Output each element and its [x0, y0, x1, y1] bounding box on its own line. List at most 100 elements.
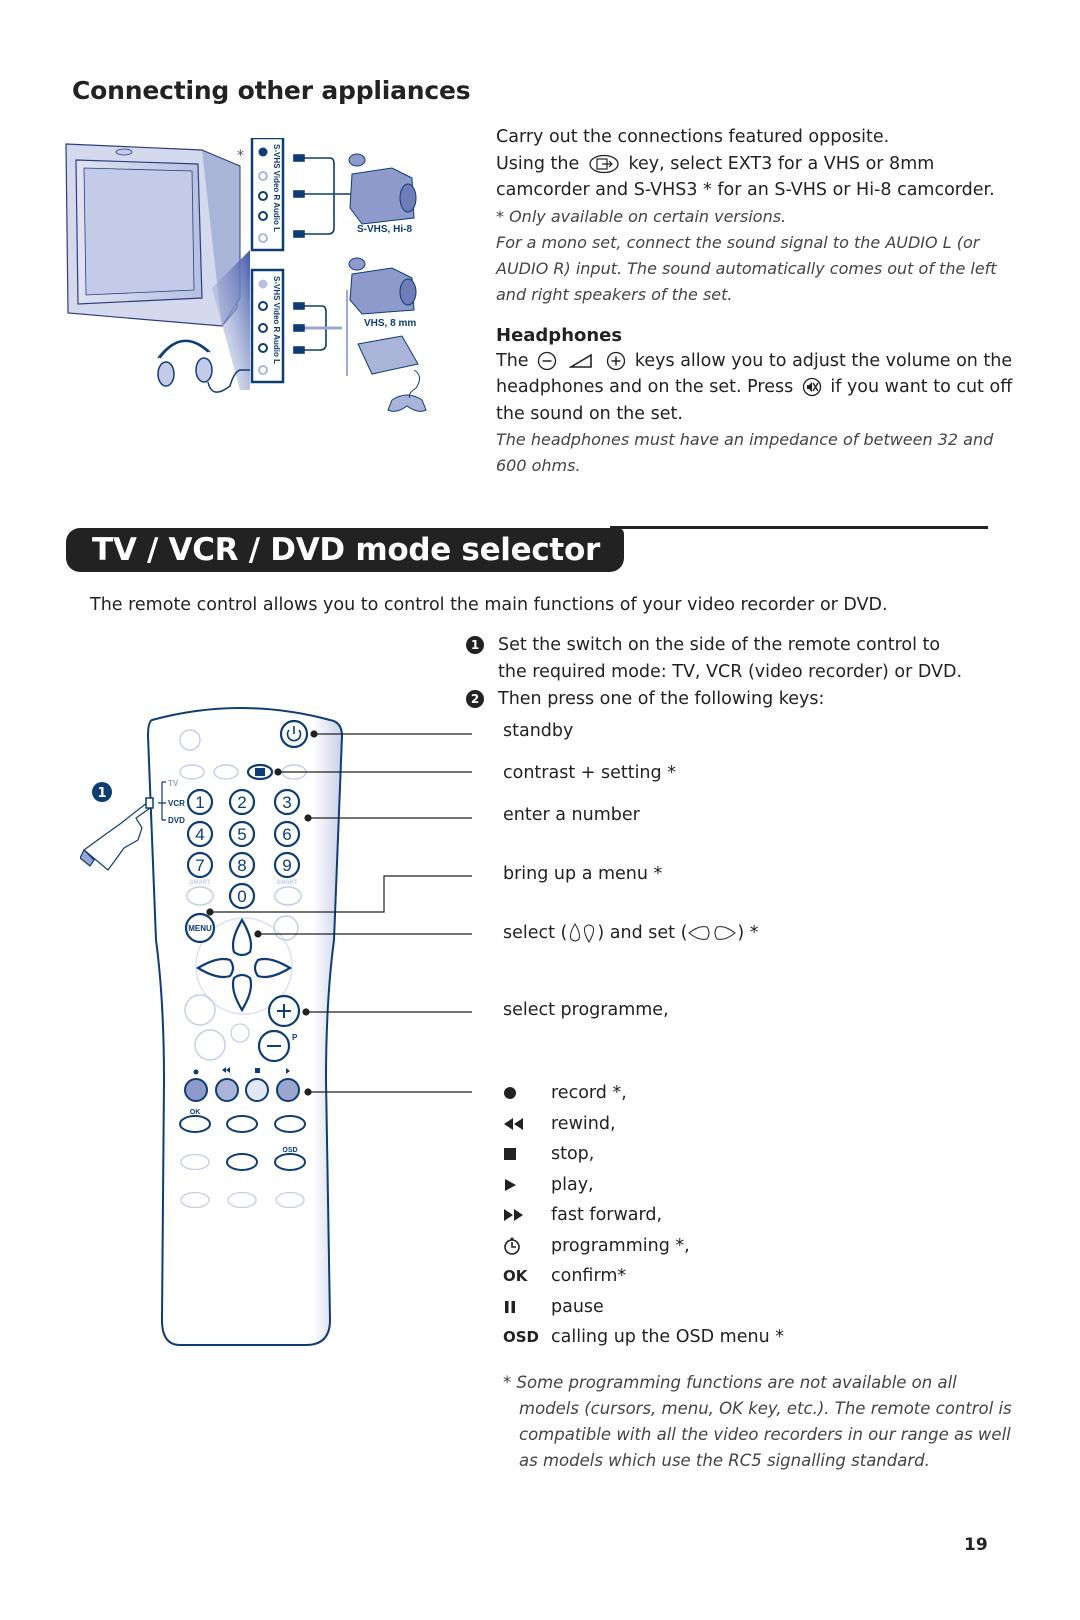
section-rule: [610, 526, 988, 529]
headphones-paragraph: The keys allow you to adjust the volume …: [496, 348, 1016, 428]
page-number: 19: [964, 1535, 988, 1555]
pointing-hand-icon: [80, 801, 153, 871]
text-fragment: Using the: [496, 153, 580, 174]
p-label: P: [292, 1033, 298, 1042]
legend-label: stop,: [551, 1144, 595, 1165]
text-fragment: ) and set (: [597, 923, 688, 943]
section-title-connecting: Connecting other appliances: [72, 76, 471, 105]
step-1-marker-label: 1: [97, 786, 106, 801]
up-down-cursor-icon: [570, 923, 595, 943]
smart-label-left: SMART: [189, 880, 211, 886]
legend-label: confirm*: [551, 1266, 627, 1287]
legend-label: rewind,: [551, 1113, 616, 1134]
legend-label: record *,: [551, 1083, 627, 1104]
steps-list: 1 Set the switch on the side of the remo…: [466, 632, 1006, 713]
digit-key-label: 4: [195, 825, 204, 844]
text-fragment: The: [496, 350, 529, 371]
legend-item: OK confirm*: [503, 1261, 784, 1292]
cable-bottom: [293, 290, 348, 376]
legend-label: programming *,: [551, 1235, 690, 1256]
svg-text:S-VHS Video R Audio L: S-VHS Video R Audio L: [272, 144, 281, 232]
svg-text:MENU: MENU: [188, 924, 212, 933]
legend-item: programming *,: [503, 1231, 784, 1262]
section-banner-mode-selector: TV / VCR / DVD mode selector: [66, 528, 624, 572]
menu-button[interactable]: MENU: [184, 912, 216, 944]
timer-icon: [503, 1237, 551, 1255]
camcorder-bottom-illustration: [348, 257, 417, 315]
digit-key-label: 2: [237, 793, 246, 812]
osd-label: OSD: [282, 1147, 297, 1154]
availability-note: * Only available on certain versions.: [496, 206, 787, 226]
connecting-text-block: Carry out the connections featured oppos…: [496, 124, 1016, 479]
left-right-cursor-icon: [688, 926, 737, 940]
volume-plus-icon: [607, 351, 626, 370]
tv-set-illustration: [65, 143, 241, 327]
impedance-note: The headphones must have an impedance of…: [496, 430, 994, 475]
volume-minus-icon: [537, 351, 557, 370]
callout-programme: select programme,: [503, 1000, 669, 1020]
callout-select: select () and set () *: [503, 922, 759, 944]
play-button: [276, 1078, 300, 1102]
callout-standby: standby: [503, 721, 574, 741]
cable-top: [293, 154, 352, 238]
digit-key-label: 9: [282, 856, 291, 875]
record-button: [184, 1078, 208, 1102]
volume-icon: [568, 353, 592, 368]
legend-item: play,: [503, 1170, 784, 1201]
osd-key-symbol: OSD: [503, 1328, 540, 1347]
remote-control-illustration: 1 TV VCR DVD 1 2 3 4 5 6 7 8 9 0 SMART SMART MENU: [80, 707, 472, 1346]
fast-forward-icon: [503, 1208, 551, 1222]
legend-item: OSD calling up the OSD menu *: [503, 1322, 784, 1353]
legend-label: pause: [551, 1296, 604, 1317]
camcorder-top-illustration: [348, 153, 417, 225]
record-icon: [503, 1086, 551, 1100]
programme-minus-button[interactable]: [257, 1029, 291, 1063]
ok-key-symbol: OK: [503, 1267, 528, 1286]
connector-panel-bottom: S-VHS Video R Audio L: [250, 268, 285, 384]
rewind-button: [215, 1078, 239, 1102]
digit-key-label: 7: [195, 856, 204, 875]
digit-key-label: 5: [237, 825, 246, 844]
stop-icon: [503, 1147, 551, 1161]
text-fragment: select (: [503, 923, 568, 943]
legend-item: record *,: [503, 1078, 784, 1109]
digit-key-label: 8: [237, 856, 246, 875]
pause-icon: [503, 1300, 551, 1314]
callout-menu: bring up a menu *: [503, 864, 663, 884]
legend-item: rewind,: [503, 1109, 784, 1140]
device-label-vhs: VHS, 8 mm: [364, 318, 416, 329]
mode-selector-intro: The remote control allows you to control…: [90, 595, 888, 615]
play-icon: [503, 1178, 551, 1192]
digit-key-label: 0: [237, 887, 246, 906]
legend-label: calling up the OSD menu *: [551, 1327, 784, 1348]
callout-number: enter a number: [503, 805, 640, 825]
standby-button[interactable]: [279, 719, 309, 749]
connector-panel-top: * S-VHS Video R Audio L: [237, 138, 285, 252]
smart-label-right: SMART: [276, 880, 298, 886]
legend-label: fast forward,: [551, 1205, 663, 1226]
svg-text:S-VHS Video R Audio L: S-VHS Video R Audio L: [272, 276, 281, 364]
callout-contrast: contrast + setting *: [503, 763, 676, 783]
step-text: Set the switch on the side of the remote…: [498, 635, 963, 682]
asterisk-mark: *: [237, 148, 244, 164]
headphones-heading: Headphones: [496, 324, 623, 346]
legend-item: fast forward,: [503, 1200, 784, 1231]
step-text: Then press one of the following keys:: [498, 689, 825, 709]
key-legend: record *, rewind, stop, play, fast forward, p…: [503, 1078, 784, 1353]
digit-key-label: 1: [195, 793, 204, 812]
programme-plus-button[interactable]: [267, 994, 301, 1028]
ok-label: OK: [190, 1109, 201, 1116]
programming-footnote: * Some programming functions are not ava…: [503, 1373, 1012, 1470]
device-label-svhs: S-VHS, Hi-8: [357, 224, 412, 235]
game-console-illustration: [357, 335, 427, 412]
step-2: 2 Then press one of the following keys:: [466, 686, 1006, 713]
stop-button: [245, 1078, 269, 1102]
mono-set-note: For a mono set, connect the sound signal…: [496, 232, 997, 304]
legend-item: stop,: [503, 1139, 784, 1170]
connection-diagram: * S-VHS Video R Audio L S-VHS, Hi-8 S-VH…: [65, 138, 427, 412]
switch-label-vcr: VCR: [168, 799, 185, 808]
legend-label: play,: [551, 1174, 594, 1195]
step-number-badge: 1: [466, 636, 484, 654]
connecting-paragraph-1: Carry out the connections featured oppos…: [496, 127, 890, 147]
connecting-paragraph-2: Using the key, select EXT3 for a VHS or …: [496, 151, 1016, 204]
